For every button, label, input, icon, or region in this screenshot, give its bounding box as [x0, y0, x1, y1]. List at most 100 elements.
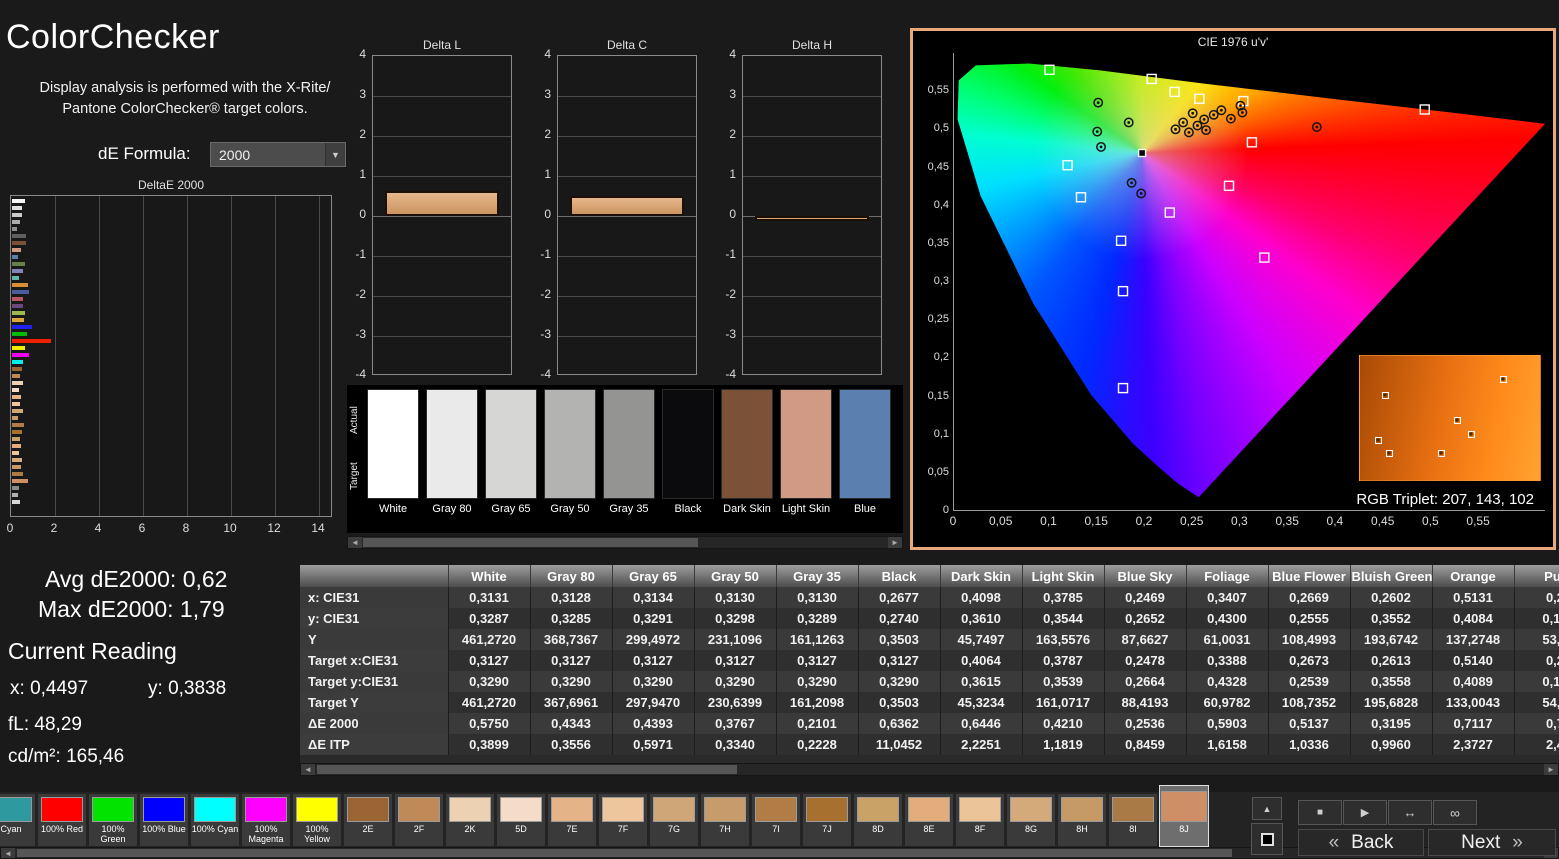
gridline [373, 256, 511, 257]
pattern-tile-2f[interactable]: 2F [394, 793, 444, 847]
pattern-tile-100-red[interactable]: 100% Red [37, 793, 87, 847]
table-cell: 0,2469 [1104, 587, 1187, 608]
pattern-tile-7h[interactable]: 7H [700, 793, 750, 847]
patch-label: Blue [853, 503, 877, 515]
deltae-bar [12, 367, 22, 371]
table-cell: 54,2 [1514, 692, 1559, 713]
pattern-tile-8d[interactable]: 8D [853, 793, 903, 847]
loop-button[interactable]: ∞ [1433, 800, 1477, 825]
pattern-tile-8e[interactable]: 8E [904, 793, 954, 847]
deltae-bar [12, 500, 20, 504]
pattern-label: Cyan [0, 824, 22, 834]
pattern-tile-8i[interactable]: 8I [1108, 793, 1158, 847]
deltae-bar [12, 220, 21, 224]
table-cell: 137,2748 [1432, 629, 1515, 650]
chevron-down-icon: ▼ [325, 143, 345, 166]
gridline [558, 176, 696, 177]
table-cell: 0,3544 [1022, 608, 1105, 629]
pattern-tile-8j[interactable]: 8J [1159, 785, 1209, 847]
table-cell: 0,2228 [776, 734, 859, 755]
pattern-swatch [398, 797, 440, 822]
delta-axis-label: -2 [355, 287, 366, 301]
scroll-left-arrow[interactable]: ◄ [348, 537, 362, 548]
column-header: Gray 50 [694, 565, 777, 587]
pattern-tile-100-yellow[interactable]: 100% Yellow [292, 793, 342, 847]
swatch-strip-scrollbar[interactable]: ◄ ► [347, 536, 903, 549]
table-cell: 0,2478 [1104, 650, 1187, 671]
play-button[interactable]: ▶ [1343, 800, 1387, 825]
table-cell: 0,3552 [1350, 608, 1433, 629]
scroll-thumb[interactable] [17, 849, 1232, 857]
pattern-tile-2e[interactable]: 2E [343, 793, 393, 847]
pattern-tile-7f[interactable]: 7F [598, 793, 648, 847]
pattern-tile-7e[interactable]: 7E [547, 793, 597, 847]
deltae-bar [12, 493, 18, 497]
cie-target-square [1419, 104, 1430, 115]
pattern-up-button[interactable]: ▲ [1252, 797, 1282, 820]
cie-target-square [1169, 86, 1180, 98]
cie-y-axis-label: 0,45 [927, 160, 949, 173]
fit-button[interactable]: ↔ [1388, 800, 1432, 825]
next-button[interactable]: Next» [1428, 829, 1556, 856]
inset-measured-dot [1439, 451, 1443, 455]
pattern-tile-5d[interactable]: 5D [496, 793, 546, 847]
colorchecker-patch: Blue [839, 389, 891, 515]
table-scrollbar[interactable]: ◄ ► [300, 763, 1559, 776]
table-cell: 195,6828 [1350, 692, 1433, 713]
table-cell: 1,6158 [1186, 734, 1269, 755]
pattern-label: 2E [362, 824, 374, 834]
pattern-window-button[interactable] [1251, 823, 1283, 855]
deltae-bar [12, 423, 25, 427]
table-cell: 0,7117 [1432, 713, 1515, 734]
colorchecker-patch: Dark Skin [721, 389, 773, 515]
pattern-tile-8f[interactable]: 8F [955, 793, 1005, 847]
pattern-tile-8g[interactable]: 8G [1006, 793, 1056, 847]
back-button[interactable]: «Back [1298, 829, 1424, 856]
row-label: y: CIE31 [300, 608, 449, 629]
cie-measured-dot [1174, 127, 1177, 131]
scroll-thumb[interactable] [317, 765, 737, 774]
cie-target-square [1075, 192, 1087, 203]
pattern-tile-7i[interactable]: 7I [751, 793, 801, 847]
stop-button[interactable]: ■ [1298, 800, 1342, 825]
table-cell: 367,6961 [530, 692, 613, 713]
scroll-thumb[interactable] [363, 538, 698, 547]
app-description: Display analysis is performed with the X… [18, 78, 352, 120]
deltae-bar [12, 234, 27, 238]
table-cell: 0,3298 [694, 608, 777, 629]
scroll-left-arrow[interactable]: ◄ [1, 848, 15, 858]
page-title: ColorChecker [6, 18, 220, 56]
pattern-tile-8h[interactable]: 8H [1057, 793, 1107, 847]
pattern-tile-7g[interactable]: 7G [649, 793, 699, 847]
pattern-swatch [1010, 797, 1052, 822]
pattern-tile-2k[interactable]: 2K [445, 793, 495, 847]
colorchecker-patch: Gray 80 [426, 389, 478, 515]
de-formula-dropdown[interactable]: 2000 ▼ [210, 142, 346, 167]
cie-y-axis-label: 0,55 [927, 84, 949, 97]
column-header: Blue Sky [1104, 565, 1187, 587]
delta-axis-label: -4 [355, 367, 366, 381]
pattern-tile-100-blue[interactable]: 100% Blue [139, 793, 189, 847]
de-formula-value: 2000 [219, 146, 251, 163]
table-cell: 1,1819 [1022, 734, 1105, 755]
scroll-right-arrow[interactable]: ► [888, 537, 902, 548]
patch-label: Gray 65 [491, 503, 531, 515]
pattern-tile-cyan[interactable]: Cyan [0, 793, 36, 847]
pattern-tile-100-magenta[interactable]: 100% Magenta [241, 793, 291, 847]
cie-y-axis-label: 0,4 [933, 198, 949, 211]
table-cell: 0,4343 [530, 713, 613, 734]
pattern-tile-100-green[interactable]: 100% Green [88, 793, 138, 847]
cie-x-axis-label: 0,3 [1231, 514, 1248, 528]
scroll-left-arrow[interactable]: ◄ [301, 764, 315, 775]
cie-measured-dot [1229, 117, 1233, 121]
cie-y-axis-label: 0,5 [933, 122, 949, 135]
pattern-tile-100-cyan[interactable]: 100% Cyan [190, 793, 240, 847]
table-cell: 0,9960 [1350, 734, 1433, 755]
table-cell: 193,6742 [1350, 629, 1433, 650]
cie-y-axis-label: 0,1 [933, 427, 949, 440]
table-cell: 2,4 [1514, 734, 1559, 755]
pattern-label: 8G [1024, 824, 1037, 834]
column-header: Gray 65 [612, 565, 695, 587]
pattern-tile-7j[interactable]: 7J [802, 793, 852, 847]
scroll-right-arrow[interactable]: ► [1544, 764, 1558, 775]
